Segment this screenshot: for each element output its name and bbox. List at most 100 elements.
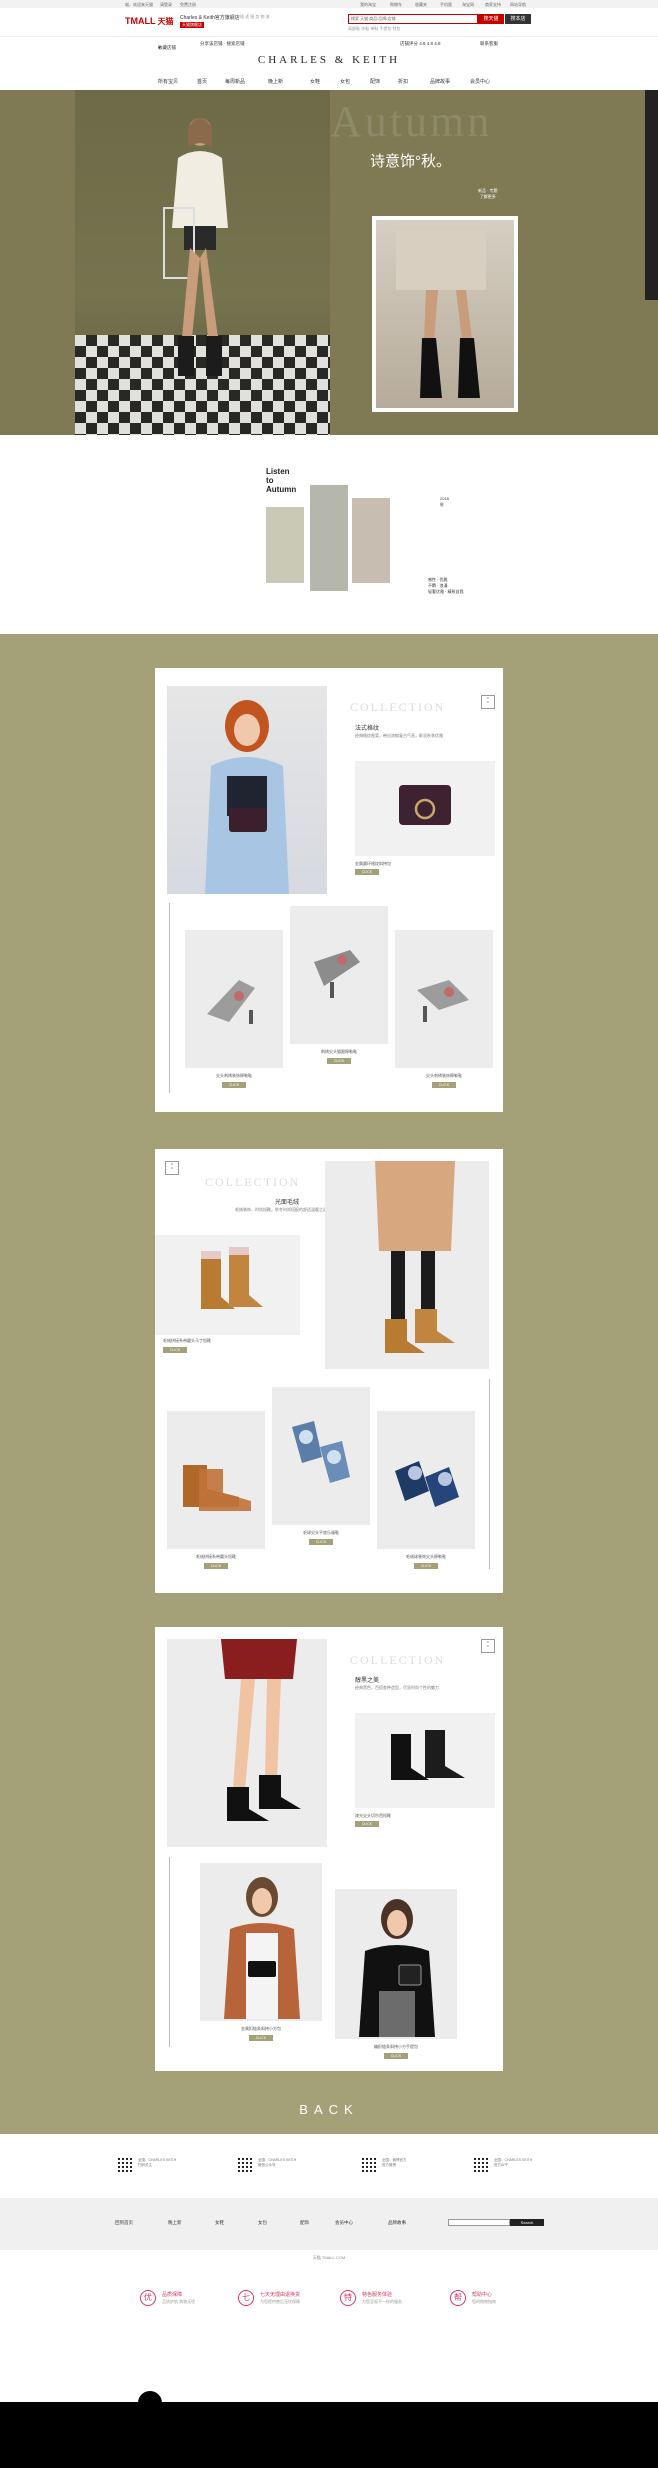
bag-image — [399, 785, 451, 825]
brand-box-icon: CK — [481, 695, 495, 709]
store-nav: 所有宝贝 首页 每周新品 晚上新 女鞋 女包 配饰 折扣 品牌故事 会员中心 — [140, 76, 520, 90]
shoe-image — [417, 980, 469, 1022]
contact-service-link[interactable]: 联系客服 — [480, 41, 498, 47]
collection-desc: 毛绒装饰、时尚短靴，秋冬时尚搭配的舒适温暖之选 — [235, 1207, 327, 1212]
qr-text: 全国：CHARLES KEITH 扫码关注 — [138, 2158, 176, 2168]
store-rating-info: 描 述 服 务 物 流 — [240, 14, 270, 19]
nav-item-accessories[interactable]: 配饰 — [370, 78, 380, 85]
search-input[interactable]: 搜索 天猫 商品/品牌/店铺 — [348, 14, 478, 24]
legs-figure — [221, 1639, 301, 1821]
product-name[interactable]: 毛绒拼接系带圆头马丁短靴 — [163, 1338, 308, 1344]
store-name[interactable]: Charles & Keith官方旗舰店 — [180, 14, 240, 21]
right-tool-sidebar[interactable] — [645, 90, 658, 300]
nav-item-all[interactable]: 所有宝贝 — [158, 78, 178, 85]
product-card[interactable]: 编织链条斜挎小方手提包 CLICK — [335, 1889, 457, 2069]
qr-line2: 微信公众号 — [258, 2163, 276, 2167]
hero-title: 诗意饰°秋。 — [370, 153, 451, 170]
nav-item-shoes[interactable]: 女鞋 — [310, 78, 320, 85]
qr-code-icon[interactable] — [472, 2156, 490, 2174]
quality-icon: 优 — [140, 2290, 156, 2306]
click-button[interactable]: CLICK — [249, 2035, 273, 2041]
brand-title[interactable]: CHARLES & KEITH — [0, 54, 658, 66]
share-store-link[interactable]: 分享该店铺 · 搜索店铺 — [200, 41, 245, 47]
product-name[interactable]: 毛绒拼接系带圆头短靴 — [167, 1554, 265, 1560]
product-card[interactable]: 金属扣链条斜挎小方包 CLICK — [200, 1863, 322, 2043]
feature-chelsea-product[interactable]: 漆光尖头切尔西短靴 CLICK — [355, 1713, 495, 1841]
click-button[interactable]: CLICK — [222, 1082, 246, 1088]
hero-boots-photo[interactable] — [372, 216, 518, 412]
shoe-image — [395, 1461, 459, 1507]
brand-box-icon: CK — [481, 1639, 495, 1653]
qr-code-icon[interactable] — [236, 2156, 254, 2174]
product-name[interactable]: 金属圆环格纹斜挎包 — [355, 861, 495, 867]
footer-nav-accessories[interactable]: 配饰 — [300, 2220, 309, 2226]
product-name[interactable]: 刺绣尖头猫跟穆勒鞋 — [290, 1049, 388, 1055]
footer-nav-member[interactable]: 会员中心 — [335, 2220, 353, 2226]
footer-nav-brand-story[interactable]: 品牌故事 — [388, 2220, 406, 2226]
footer-nav-new[interactable]: 晚上新 — [168, 2220, 182, 2226]
click-button[interactable]: CLICK — [414, 1563, 438, 1569]
click-button[interactable]: CLICK — [355, 1821, 379, 1827]
feature-photo-redhead[interactable] — [167, 686, 327, 894]
product-card[interactable]: 刺绣尖头猫跟穆勒鞋 CLICK — [290, 906, 388, 1066]
shoe-image — [183, 1465, 251, 1511]
product-name[interactable]: 毛绒球装饰尖头穆勒鞋 — [377, 1554, 475, 1560]
product-name[interactable]: 尖头刺绣装饰穆勒鞋 — [395, 1073, 493, 1079]
hero-subtitle: 新品 · 专题 了解更多 — [478, 188, 498, 200]
product-card[interactable]: 毛球尖头平底乐福鞋 CLICK — [272, 1387, 370, 1547]
click-button[interactable]: CLICK — [327, 1058, 351, 1064]
divider-line — [169, 1857, 170, 2047]
footer-nav-home[interactable]: 回到首页 — [115, 2220, 133, 2226]
nav-item-brand-story[interactable]: 品牌故事 — [430, 78, 450, 85]
product-card[interactable]: 毛绒拼接系带圆头短靴 CLICK — [167, 1411, 265, 1571]
click-button[interactable]: CLICK — [309, 1539, 333, 1545]
footer-nav-shoes[interactable]: 女鞋 — [215, 2220, 224, 2226]
nav-item-evening-new[interactable]: 晚上新 — [268, 78, 283, 85]
qr-line2: 扫码关注 — [138, 2163, 152, 2167]
guarantee-title: 七天无理由退换货 — [260, 2292, 301, 2298]
feature-photo-boots-legs[interactable] — [167, 1639, 327, 1847]
nav-item-sale[interactable]: 折扣 — [398, 78, 408, 85]
footer-qr-row: 全国：CHARLES KEITH 扫码关注 全国：CHARLES KEITH 微信公… — [0, 2134, 658, 2198]
feature-photo-legs[interactable] — [325, 1161, 489, 1369]
product-name[interactable]: 尖头刺绣装饰穆勒鞋 — [185, 1073, 283, 1079]
product-name[interactable]: 漆光尖头切尔西短靴 — [355, 1813, 495, 1819]
footer-nav-bags[interactable]: 女包 — [258, 2220, 267, 2226]
search-store-button[interactable]: 搜本店 — [505, 14, 531, 24]
back-to-top-button[interactable]: BACK — [0, 2102, 658, 2117]
click-button[interactable]: CLICK — [384, 2053, 408, 2059]
feature-bag-product[interactable]: 金属圆环格纹斜挎包 CLICK — [355, 761, 495, 889]
nav-item-home[interactable]: 首页 — [197, 78, 207, 85]
service-icon: 特 — [340, 2290, 356, 2306]
search-tmall-button[interactable]: 搜天猫 — [478, 14, 504, 24]
product-name[interactable]: 金属扣链条斜挎小方包 — [200, 2026, 322, 2032]
click-button[interactable]: CLICK — [432, 1082, 456, 1088]
click-button[interactable]: CLICK — [204, 1563, 228, 1569]
nav-item-bags[interactable]: 女包 — [340, 78, 350, 85]
model-figure — [163, 118, 228, 376]
nav-item-weekly-new[interactable]: 每周新品 — [225, 78, 245, 85]
footer-search-input[interactable] — [448, 2219, 510, 2226]
click-button[interactable]: CLICK — [163, 1347, 187, 1353]
qr-code-icon[interactable] — [116, 2156, 134, 2174]
product-name[interactable]: 毛球尖头平底乐福鞋 — [272, 1530, 370, 1536]
listen-season: 秋 — [440, 502, 444, 507]
model-image — [359, 1899, 435, 2037]
product-card[interactable]: 尖头刺绣装饰穆勒鞋 CLICK — [395, 930, 493, 1090]
feature-boot-product[interactable]: 毛绒拼接系带圆头马丁短靴 CLICK — [155, 1235, 300, 1360]
hot-search-words[interactable]: 高跟鞋 凉鞋 单鞋 手提包 钱包 — [348, 26, 400, 32]
footer-search-button[interactable]: Search — [510, 2219, 544, 2226]
product-card[interactable]: 毛绒球装饰尖头穆勒鞋 CLICK — [377, 1411, 475, 1571]
click-button[interactable]: CLICK — [355, 869, 379, 875]
product-card[interactable]: 尖头刺绣装饰穆勒鞋 CLICK — [185, 930, 283, 1090]
nav-item-member[interactable]: 会员中心 — [470, 78, 490, 85]
header: TMALL 天猫 Charles & Keith官方旗舰店 天猫旗舰店 描 述 服… — [0, 8, 658, 36]
hero-sub-line2[interactable]: 了解更多 — [478, 194, 498, 200]
qr-code-icon[interactable] — [360, 2156, 378, 2174]
tmall-logo[interactable]: TMALL 天猫 — [125, 16, 174, 27]
hero-banner[interactable]: Autumn 诗意饰°秋。 新品 · 专题 了解更多 — [0, 90, 658, 435]
listen-side-text-2: 感性 · 优雅 不羁 · 浪漫 轻奢优雅 · 精致自我 — [428, 577, 464, 595]
shoe-image — [207, 980, 255, 1024]
boots-image — [391, 1730, 465, 1780]
product-name[interactable]: 编织链条斜挎小方手提包 — [335, 2044, 457, 2050]
